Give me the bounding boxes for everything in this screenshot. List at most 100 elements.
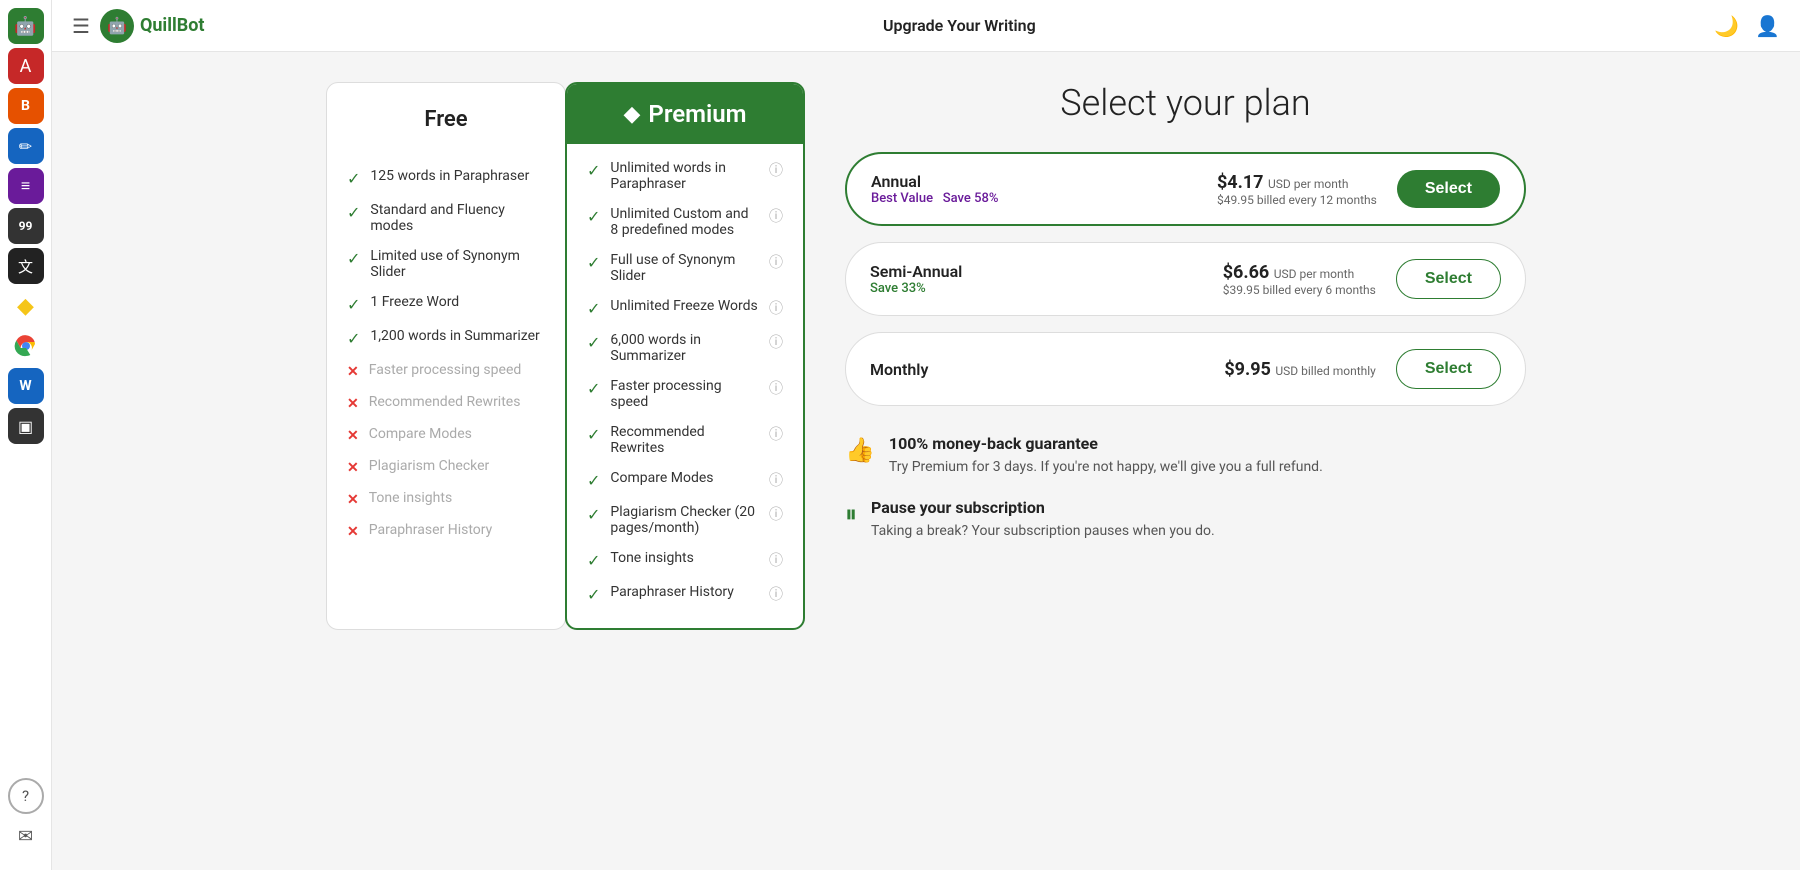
free-plan-card: Free ✓ 125 words in Paraphraser ✓ Standa… xyxy=(326,82,566,630)
grammar-sidebar-icon[interactable]: A xyxy=(8,48,44,84)
info-icon-8[interactable]: ⓘ xyxy=(769,504,783,524)
free-feature-text-0: 125 words in Paraphraser xyxy=(370,168,529,184)
x-icon-7: ✕ xyxy=(347,428,359,444)
monthly-select-button[interactable]: Select xyxy=(1396,349,1501,389)
free-feature-9: ✕ Tone insights xyxy=(347,490,545,508)
select-plan-title: Select your plan xyxy=(845,82,1526,124)
paraphraser-sidebar-icon[interactable]: ✏ xyxy=(8,128,44,164)
pcheck-icon-5: ✓ xyxy=(587,379,600,398)
semi-annual-sub-price: $39.95 billed every 6 months xyxy=(1223,283,1376,297)
info-icon-9[interactable]: ⓘ xyxy=(769,550,783,570)
free-feature-2: ✓ Limited use of Synonym Slider xyxy=(347,248,545,280)
monthly-price-unit: USD billed monthly xyxy=(1275,364,1375,378)
free-feature-4: ✓ 1,200 words in Summarizer xyxy=(347,328,545,348)
free-feature-text-4: 1,200 words in Summarizer xyxy=(370,328,539,344)
dark-mode-icon[interactable]: 🌙 xyxy=(1714,14,1739,38)
plan-selection: Select your plan Annual Best Value Save … xyxy=(845,82,1526,562)
free-feature-1: ✓ Standard and Fluency modes xyxy=(347,202,545,234)
premium-feature-text-9: Tone insights xyxy=(610,550,693,566)
check-icon-4: ✓ xyxy=(347,329,360,348)
premium-feature-10: ✓ Paraphraser History ⓘ xyxy=(587,584,783,604)
semi-annual-plan-option[interactable]: Semi-Annual Save 33% $6.66 USD per month… xyxy=(845,242,1526,316)
free-feature-text-5: Faster processing speed xyxy=(369,362,522,378)
x-icon-10: ✕ xyxy=(347,524,359,540)
annual-plan-option[interactable]: Annual Best Value Save 58% $4.17 USD per… xyxy=(845,152,1526,226)
summarizer-sidebar-icon[interactable]: B xyxy=(8,88,44,124)
premium-gem-icon: ◆ xyxy=(624,102,641,127)
money-back-text: 100% money-back guarantee Try Premium fo… xyxy=(889,434,1323,478)
pcheck-icon-7: ✓ xyxy=(587,471,600,490)
premium-feature-3: ✓ Unlimited Freeze Words ⓘ xyxy=(587,298,783,318)
premium-feature-text-4: 6,000 words in Summarizer xyxy=(610,332,759,364)
plans-wrapper: Free ✓ 125 words in Paraphraser ✓ Standa… xyxy=(326,82,1526,630)
annual-plan-price: $4.17 USD per month $49.95 billed every … xyxy=(1217,172,1377,207)
pause-icon: ⏸ xyxy=(845,500,857,528)
info-icon-7[interactable]: ⓘ xyxy=(769,470,783,490)
semi-annual-plan-info: Semi-Annual Save 33% xyxy=(870,262,1203,296)
main-container: ☰ 🤖 QuillBot Upgrade Your Writing 🌙 👤 Fr… xyxy=(52,0,1800,870)
plagiarism-sidebar-icon[interactable]: 99 xyxy=(8,208,44,244)
free-feature-list: ✓ 125 words in Paraphraser ✓ Standard an… xyxy=(347,168,545,540)
info-icon-6[interactable]: ⓘ xyxy=(769,424,783,444)
pcheck-icon-1: ✓ xyxy=(587,207,600,226)
content-area: Free ✓ 125 words in Paraphraser ✓ Standa… xyxy=(52,52,1800,870)
free-feature-3: ✓ 1 Freeze Word xyxy=(347,294,545,314)
free-feature-8: ✕ Plagiarism Checker xyxy=(347,458,545,476)
premium-feature-text-8: Plagiarism Checker (20 pages/month) xyxy=(610,504,759,536)
x-icon-6: ✕ xyxy=(347,396,359,412)
premium-plan-card: ◆ Premium ✓ Unlimited words in Paraphras… xyxy=(565,82,805,630)
annual-plan-save: Best Value Save 58% xyxy=(871,191,1197,206)
sidebar: 🤖 A B ✏ ≡ 99 文 ◆ W ▣ ? ✉ xyxy=(0,0,52,870)
pause-title: Pause your subscription xyxy=(871,498,1215,517)
free-feature-5: ✕ Faster processing speed xyxy=(347,362,545,380)
money-back-title: 100% money-back guarantee xyxy=(889,434,1323,453)
pcheck-icon-6: ✓ xyxy=(587,425,600,444)
premium-feature-7: ✓ Compare Modes ⓘ xyxy=(587,470,783,490)
semi-annual-plan-save: Save 33% xyxy=(870,281,1203,296)
premium-sidebar-icon[interactable]: ◆ xyxy=(8,288,44,324)
check-icon-2: ✓ xyxy=(347,249,360,268)
info-icon-1[interactable]: ⓘ xyxy=(769,206,783,226)
premium-feature-1: ✓ Unlimited Custom and 8 predefined mode… xyxy=(587,206,783,238)
info-icon-2[interactable]: ⓘ xyxy=(769,252,783,272)
free-feature-text-7: Compare Modes xyxy=(369,426,472,442)
annual-plan-info: Annual Best Value Save 58% xyxy=(871,172,1197,206)
mail-sidebar-icon[interactable]: ✉ xyxy=(8,818,44,854)
help-sidebar-icon[interactable]: ? xyxy=(8,778,44,814)
semi-annual-main-price: $6.66 USD per month xyxy=(1223,262,1376,283)
free-feature-text-6: Recommended Rewrites xyxy=(369,394,521,410)
pcheck-icon-10: ✓ xyxy=(587,585,600,604)
free-feature-text-8: Plagiarism Checker xyxy=(369,458,490,474)
info-icon-3[interactable]: ⓘ xyxy=(769,298,783,318)
logo[interactable]: 🤖 QuillBot xyxy=(100,9,205,43)
annual-select-button[interactable]: Select xyxy=(1397,170,1500,208)
semi-annual-select-button[interactable]: Select xyxy=(1396,259,1501,299)
premium-feature-0: ✓ Unlimited words in Paraphraser ⓘ xyxy=(587,160,783,192)
pause-text: Pause your subscription Taking a break? … xyxy=(871,498,1215,542)
pcheck-icon-0: ✓ xyxy=(587,161,600,180)
pcheck-icon-8: ✓ xyxy=(587,505,600,524)
header: ☰ 🤖 QuillBot Upgrade Your Writing 🌙 👤 xyxy=(52,0,1800,52)
info-icon-5[interactable]: ⓘ xyxy=(769,378,783,398)
info-icon-10[interactable]: ⓘ xyxy=(769,584,783,604)
monthly-plan-option[interactable]: Monthly $9.95 USD billed monthly Select xyxy=(845,332,1526,406)
info-icon-4[interactable]: ⓘ xyxy=(769,332,783,352)
quillbot-sidebar-icon[interactable]: 🤖 xyxy=(8,8,44,44)
free-feature-10: ✕ Paraphraser History xyxy=(347,522,545,540)
word-sidebar-icon[interactable]: W xyxy=(8,368,44,404)
fluency-sidebar-icon[interactable]: ≡ xyxy=(8,168,44,204)
x-icon-9: ✕ xyxy=(347,492,359,508)
translator-sidebar-icon[interactable]: 文 xyxy=(8,248,44,284)
chrome-sidebar-icon[interactable] xyxy=(8,328,44,364)
premium-feature-text-3: Unlimited Freeze Words xyxy=(610,298,757,314)
free-feature-text-2: Limited use of Synonym Slider xyxy=(370,248,545,280)
logo-icon: 🤖 xyxy=(100,9,134,43)
info-icon-0[interactable]: ⓘ xyxy=(769,160,783,180)
hamburger-icon[interactable]: ☰ xyxy=(72,14,90,38)
free-feature-6: ✕ Recommended Rewrites xyxy=(347,394,545,412)
user-icon[interactable]: 👤 xyxy=(1755,14,1780,38)
monitor-sidebar-icon[interactable]: ▣ xyxy=(8,408,44,444)
premium-feature-text-10: Paraphraser History xyxy=(610,584,734,600)
x-icon-8: ✕ xyxy=(347,460,359,476)
free-feature-text-1: Standard and Fluency modes xyxy=(370,202,545,234)
